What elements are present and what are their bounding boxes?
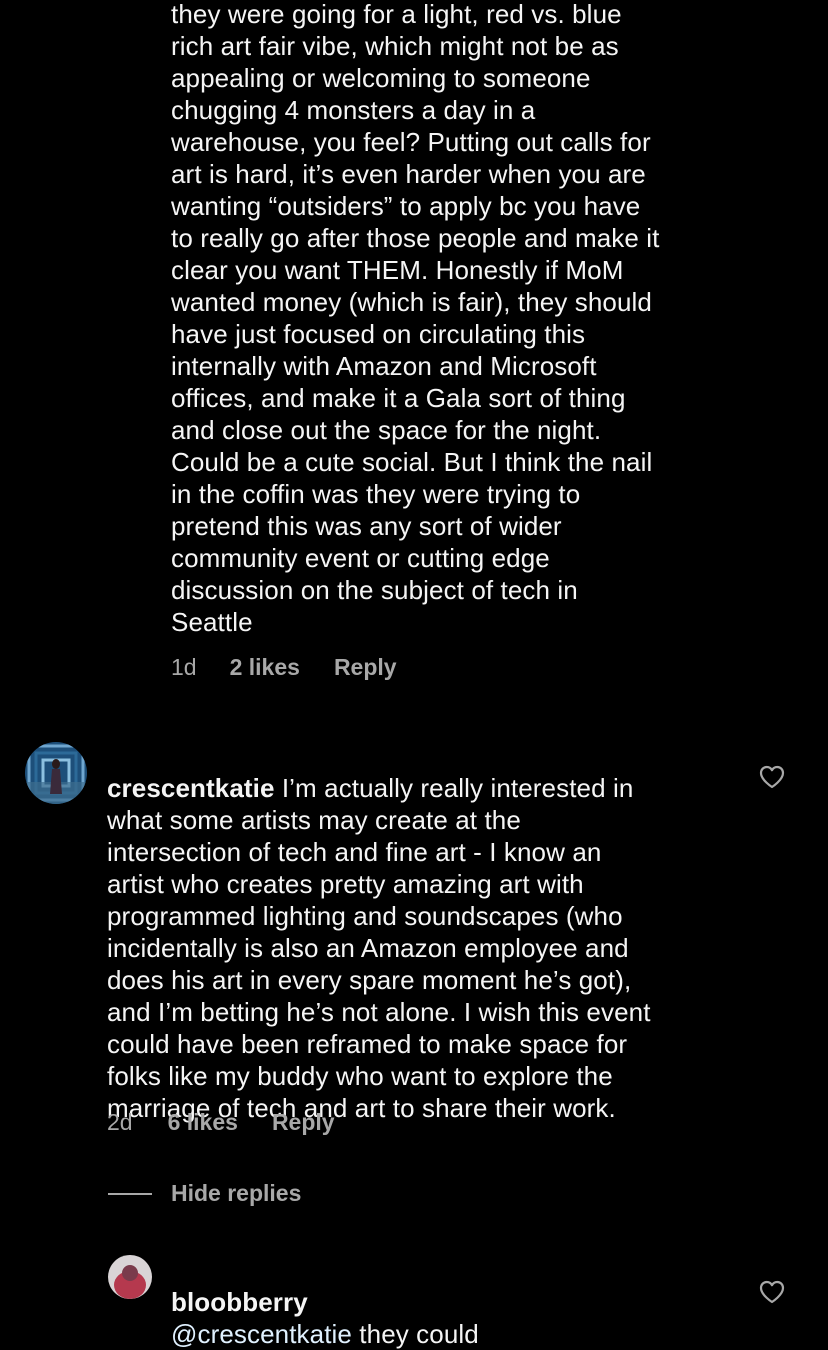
- likes-count[interactable]: 6 likes: [168, 1109, 238, 1136]
- hide-replies-button[interactable]: Hide replies: [108, 1180, 301, 1207]
- comment-time: 1d: [171, 654, 197, 680]
- mention-link[interactable]: @crescentkatie: [171, 1319, 352, 1349]
- comment-text: crescentkatie I’m actually really intere…: [107, 740, 747, 1124]
- reply-button[interactable]: Reply: [272, 1109, 335, 1136]
- comment-text: bloobberry @crescentkatie they could: [171, 1254, 731, 1350]
- comment-body: they could: [351, 1319, 479, 1349]
- comment-meta: 2d 6 likes Reply: [107, 1109, 335, 1136]
- heart-outline-icon[interactable]: [759, 1280, 785, 1304]
- comment-time: 2d: [107, 1109, 133, 1135]
- reply-button[interactable]: Reply: [334, 654, 397, 681]
- avatar-image: [25, 742, 87, 804]
- divider-line: [108, 1192, 152, 1195]
- comment-body: I’m actually really interested in what s…: [107, 773, 651, 1123]
- comment-meta: 1d 2 likes Reply: [171, 654, 397, 681]
- heart-outline-icon[interactable]: [759, 765, 785, 789]
- avatar-image: [108, 1255, 152, 1299]
- comment-username[interactable]: crescentkatie: [107, 773, 275, 803]
- hide-replies-label: Hide replies: [171, 1180, 302, 1206]
- comment-username[interactable]: bloobberry: [171, 1287, 308, 1317]
- avatar[interactable]: [108, 1255, 152, 1299]
- comment-text: they were going for a light, red vs. blu…: [171, 0, 660, 637]
- likes-count[interactable]: 2 likes: [230, 654, 300, 681]
- avatar[interactable]: [25, 742, 87, 804]
